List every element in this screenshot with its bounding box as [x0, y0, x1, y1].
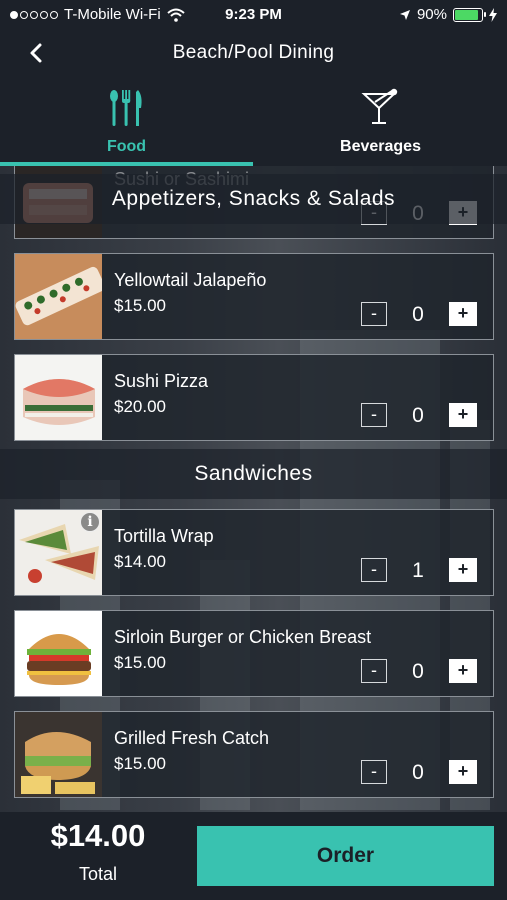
quantity-stepper[interactable]: - 1 + [361, 558, 477, 584]
status-right: 90% [399, 6, 497, 23]
battery-icon [453, 7, 486, 22]
tab-food[interactable]: Food [0, 78, 253, 166]
menu-list[interactable]: Sushi or Sashimi - 0 + Appetizers, Snack… [0, 166, 507, 812]
section-header: Sandwiches [0, 449, 507, 499]
charging-bolt-icon [489, 7, 497, 22]
order-button[interactable]: Order [197, 826, 494, 886]
quantity-value: 0 [412, 660, 424, 683]
item-name: Yellowtail Jalapeño [114, 270, 267, 290]
item-price: $15.00 [114, 754, 166, 773]
total-label: Total [78, 864, 118, 884]
quantity-value: 0 [412, 303, 424, 326]
quantity-stepper[interactable]: - 0 + [361, 403, 477, 429]
tab-beverages-label: Beverages [340, 138, 421, 155]
tab-food-label: Food [106, 138, 147, 155]
decrement-button[interactable]: - [361, 558, 387, 582]
quantity-value: 1 [412, 559, 424, 582]
quantity-value: 0 [412, 761, 424, 784]
section-header: Appetizers, Snacks & Salads [0, 174, 507, 224]
list-item[interactable]: Sushi Pizza $20.00 - 0 + [14, 354, 494, 441]
list-item[interactable]: i Tortilla Wrap $14.00 - 1 + [14, 509, 494, 596]
battery-percent: 90% [416, 6, 447, 23]
active-tab-indicator [0, 162, 253, 166]
item-price: $14.00 [114, 552, 166, 571]
item-price: $20.00 [114, 397, 166, 416]
page-title: Beach/Pool Dining [172, 42, 335, 63]
nav-bar: Beach/Pool Dining [0, 30, 507, 78]
tab-beverages[interactable]: Beverages [254, 78, 507, 166]
item-name: Grilled Fresh Catch [114, 728, 270, 748]
increment-button[interactable]: + [449, 659, 477, 683]
location-arrow-icon [399, 9, 410, 20]
quantity-stepper[interactable]: - 0 + [361, 760, 477, 786]
food-thumbnail [15, 712, 102, 797]
increment-button[interactable]: + [449, 302, 477, 326]
item-price: $15.00 [114, 653, 166, 672]
item-price: $15.00 [114, 296, 166, 315]
increment-button[interactable]: + [449, 558, 477, 582]
quantity-value: 0 [412, 404, 424, 427]
list-item[interactable]: Sirloin Burger or Chicken Breast $15.00 … [14, 610, 494, 697]
increment-button[interactable]: + [449, 403, 477, 427]
quantity-stepper[interactable]: - 0 + [361, 302, 477, 328]
decrement-button[interactable]: - [361, 302, 387, 326]
list-item[interactable]: Yellowtail Jalapeño $15.00 - 0 + [14, 253, 494, 340]
increment-button[interactable]: + [449, 760, 477, 784]
fork-knife-icon [109, 90, 142, 126]
food-thumbnail: i [15, 510, 102, 595]
item-name: Sushi Pizza [114, 371, 209, 391]
item-name: Sirloin Burger or Chicken Breast [114, 627, 372, 647]
decrement-button[interactable]: - [361, 659, 387, 683]
cocktail-icon [360, 88, 397, 124]
food-thumbnail [15, 611, 102, 696]
decrement-button[interactable]: - [361, 760, 387, 784]
food-thumbnail [15, 254, 102, 339]
info-icon[interactable]: i [80, 512, 100, 532]
category-tabs: Food Beverages [0, 78, 507, 166]
quantity-stepper[interactable]: - 0 + [361, 659, 477, 685]
order-summary-bar: $14.00 Total Order [0, 812, 507, 900]
status-bar: T-Mobile Wi-Fi 9:23 PM 90% [0, 0, 507, 30]
total-amount: $14.00 [50, 818, 146, 853]
item-name: Tortilla Wrap [114, 526, 214, 546]
decrement-button[interactable]: - [361, 403, 387, 427]
food-thumbnail [15, 355, 102, 440]
list-item[interactable]: Grilled Fresh Catch $15.00 - 0 + [14, 711, 494, 798]
